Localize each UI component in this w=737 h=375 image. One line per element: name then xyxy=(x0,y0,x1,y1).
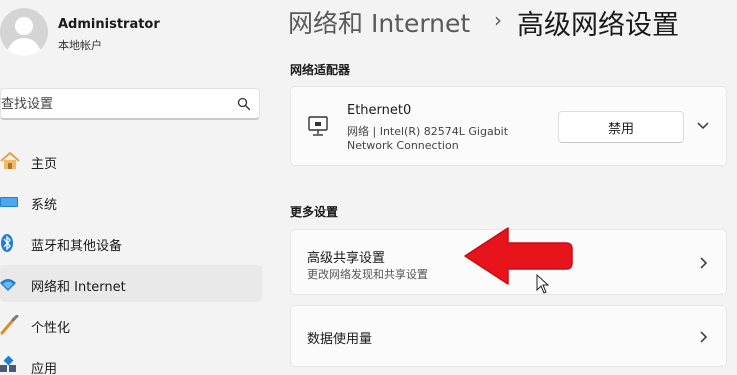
ethernet-monitor-icon xyxy=(308,116,328,136)
nav-item-home[interactable]: 主页 xyxy=(0,142,262,179)
nav-label: 系统 xyxy=(31,198,58,213)
nav-item-personalization[interactable]: 个性化 xyxy=(0,306,262,343)
adapter-card[interactable]: Ethernet0 网络 | Intel(R) 82574L Gigabit N… xyxy=(290,86,727,166)
nav-item-bluetooth[interactable]: 蓝牙和其他设备 xyxy=(0,224,262,261)
user-account-type: 本地帐户 xyxy=(58,39,102,52)
nav-label: 主页 xyxy=(31,157,58,172)
adapter-description: 网络 | Intel(R) 82574L Gigabit xyxy=(347,125,509,138)
wifi-icon xyxy=(0,279,16,291)
user-name: Administrator xyxy=(58,17,160,32)
system-display-icon xyxy=(0,197,18,207)
chevron-down-icon[interactable] xyxy=(696,121,710,131)
adapter-name: Ethernet0 xyxy=(347,103,412,118)
breadcrumb-separator: › xyxy=(494,8,502,32)
avatar-head xyxy=(15,17,33,35)
chevron-right-icon xyxy=(700,257,708,269)
search-box[interactable] xyxy=(0,88,260,120)
mouse-cursor-icon xyxy=(536,274,550,294)
search-input[interactable] xyxy=(1,89,221,119)
nav-item-network[interactable]: 网络和 Internet xyxy=(0,265,262,302)
annotation-arrow-icon xyxy=(464,227,573,285)
row-title: 数据使用量 xyxy=(307,332,373,347)
nav-item-apps[interactable]: 应用 xyxy=(0,347,262,375)
nav-label: 蓝牙和其他设备 xyxy=(31,239,123,254)
nav-item-system[interactable]: 系统 xyxy=(0,183,262,220)
avatar[interactable] xyxy=(0,8,48,56)
data-usage-row[interactable]: 数据使用量 xyxy=(290,305,727,367)
avatar-body xyxy=(7,38,41,56)
sidebar: Administrator 本地帐户 主页 系统 xyxy=(0,0,270,375)
nav-list: 主页 系统 蓝牙和其他设备 网络和 Internet 个性化 应用 xyxy=(0,142,262,375)
apps-icon xyxy=(0,356,16,372)
chevron-right-icon xyxy=(700,331,708,343)
home-icon xyxy=(0,151,20,169)
bluetooth-icon xyxy=(1,234,13,252)
nav-label: 应用 xyxy=(31,362,58,375)
nav-label: 个性化 xyxy=(31,321,71,336)
search-icon[interactable] xyxy=(237,97,251,111)
section-title-more: 更多设置 xyxy=(290,205,339,219)
section-title-adapters: 网络适配器 xyxy=(290,63,351,77)
brush-icon xyxy=(0,315,19,335)
nav-label: 网络和 Internet xyxy=(31,280,126,295)
disable-button[interactable]: 禁用 xyxy=(558,111,684,143)
page-title: 高级网络设置 xyxy=(517,10,679,41)
adapter-description-cont: Network Connection xyxy=(347,139,459,152)
row-subtitle: 更改网络发现和共享设置 xyxy=(307,268,428,281)
row-title: 高级共享设置 xyxy=(307,251,386,266)
breadcrumb-parent[interactable]: 网络和 Internet xyxy=(288,4,470,40)
